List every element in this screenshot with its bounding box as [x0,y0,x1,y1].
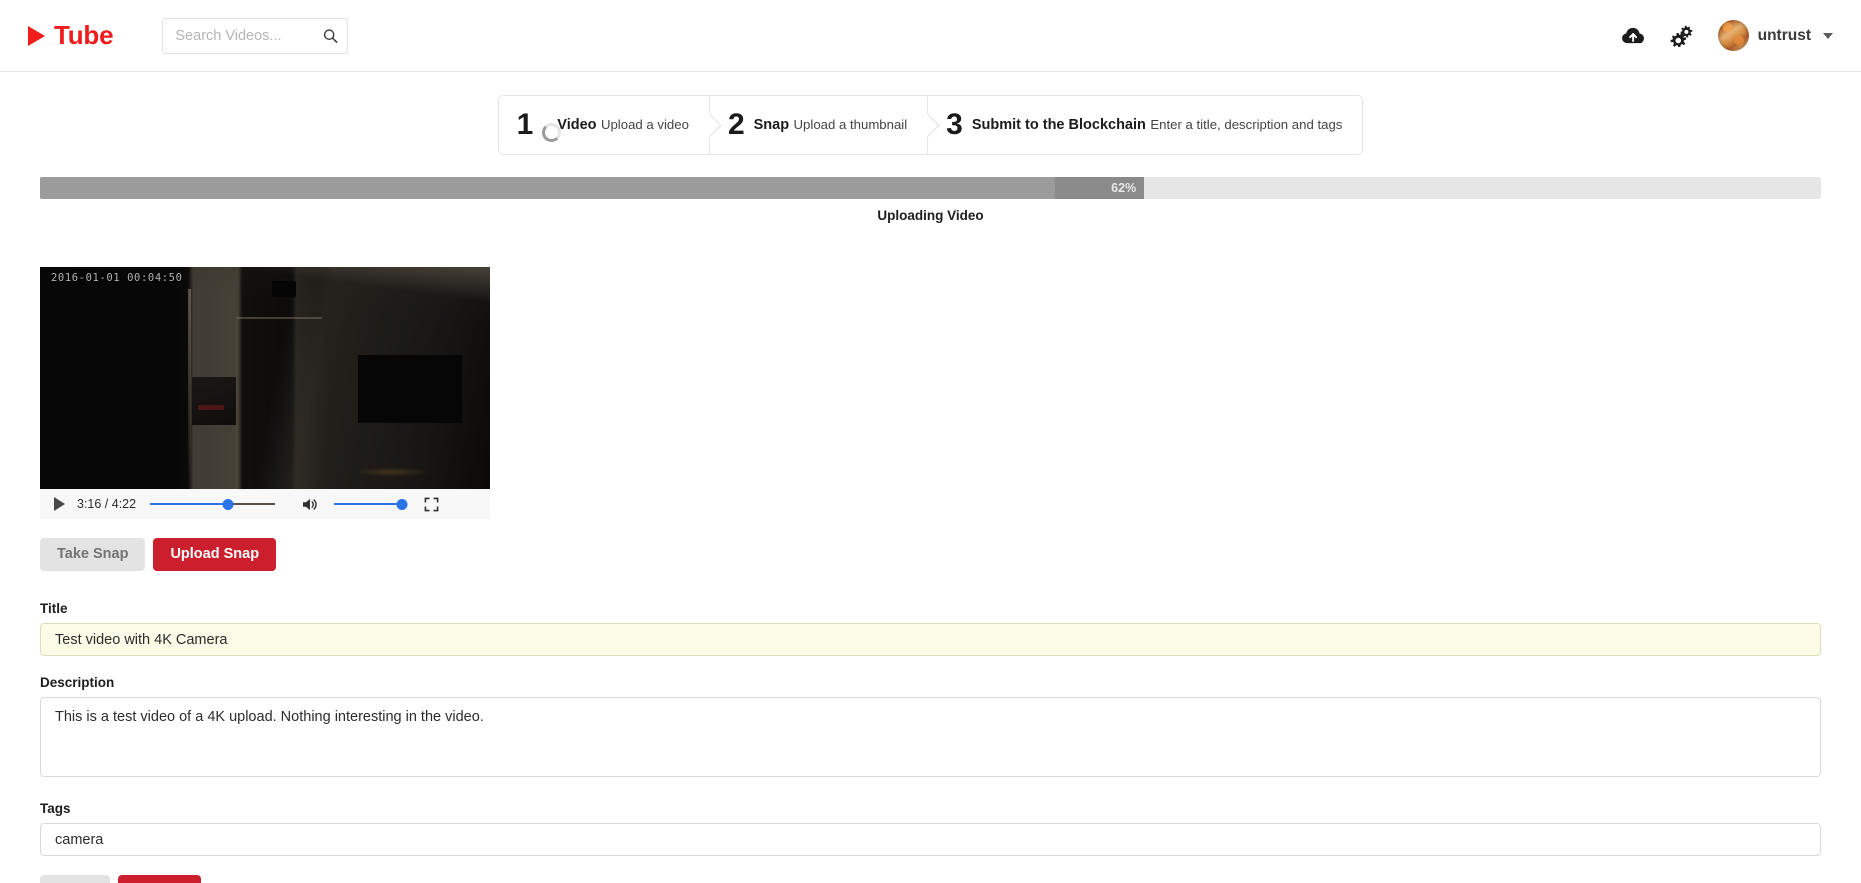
video-scene-doorframe [236,317,322,489]
volume-on-icon[interactable] [301,497,320,512]
step-subtitle: Upload a video [600,116,689,132]
video-metadata-form: Title Description This is a test video o… [40,601,1821,883]
form-actions: Clear Submit [40,875,1821,883]
header-actions: untrust [1610,12,1839,60]
description-textarea[interactable]: This is a test video of a 4K upload. Not… [40,697,1821,777]
step-title: Video [557,116,597,133]
play-icon[interactable] [54,497,65,511]
main-content: 2016-01-01 00:04:50 3:16 / 4:22 Take Sna… [0,267,1861,883]
tags-input[interactable] [40,823,1821,856]
video-scene-vent [272,281,296,297]
title-input[interactable] [40,623,1821,656]
description-label: Description [40,675,115,690]
step-number: 2 [727,108,745,141]
title-field-group: Title [40,601,1821,656]
tags-label: Tags [40,801,71,816]
step-title: Snap [753,116,790,133]
video-scene-tv [358,355,462,423]
play-triangle-icon [28,25,45,46]
submit-button[interactable]: Submit [118,875,202,883]
snap-actions: Take Snap Upload Snap [40,538,1821,571]
fullscreen-icon[interactable] [424,497,439,512]
video-scene-poster [192,377,236,425]
step-number: 1 [516,108,534,141]
seek-thumb[interactable] [222,498,234,510]
take-snap-button[interactable]: Take Snap [40,538,146,571]
upload-progress: 62% Uploading Video [40,177,1821,223]
progress-status-text: Uploading Video [877,208,984,223]
search-box [162,17,349,54]
wizard-row: 1 Video Upload a video 2 Snap Upload a t… [0,95,1861,155]
video-controls-bar: 3:16 / 4:22 [40,489,490,519]
description-field-group: Description This is a test video of a 4K… [40,675,1821,782]
step-number: 3 [946,108,963,141]
step-wizard: 1 Video Upload a video 2 Snap Upload a t… [497,95,1364,155]
clear-button[interactable]: Clear [40,875,111,883]
step-title: Submit to the Blockchain [971,116,1146,133]
step-subtitle: Enter a title, description and tags [1150,116,1343,132]
video-viewport[interactable]: 2016-01-01 00:04:50 [40,267,490,489]
gears-icon[interactable] [1658,12,1706,60]
step-subtitle: Upload a thumbnail [793,116,908,132]
time-display: 3:16 / 4:22 [77,497,137,511]
volume-slider[interactable] [334,497,408,511]
video-timestamp-overlay: 2016-01-01 00:04:50 [51,272,183,284]
upload-snap-button[interactable]: Upload Snap [153,538,277,571]
volume-fill [334,503,403,505]
user-name: untrust [1757,26,1811,44]
video-player: 2016-01-01 00:04:50 3:16 / 4:22 [40,267,490,519]
app-header: Tube Search Videos... untrust [0,0,1861,72]
tags-field-group: Tags [40,801,1821,856]
cloud-upload-icon[interactable] [1610,12,1658,60]
progress-fill: 62% [1055,177,1145,199]
search-input[interactable] [162,17,349,54]
seek-fill [150,503,228,505]
user-menu[interactable]: untrust [1717,20,1839,51]
video-scene-pillar [188,289,191,489]
progress-track: 62% [40,177,1821,199]
wizard-step-submit[interactable]: 3 Submit to the Blockchain Enter a title… [928,96,1362,154]
title-label: Title [40,601,68,616]
progress-percent-label: 62% [1111,181,1137,195]
progress-buffer [40,177,1056,199]
wizard-step-snap[interactable]: 2 Snap Upload a thumbnail [710,96,927,154]
brand-name: Tube [54,20,114,50]
chevron-down-icon [1823,32,1833,39]
volume-thumb[interactable] [396,498,408,510]
avatar [1717,20,1749,51]
brand-logo[interactable]: Tube [28,20,114,51]
wizard-step-video[interactable]: 1 Video Upload a video [499,96,709,154]
seek-slider[interactable] [150,497,276,511]
